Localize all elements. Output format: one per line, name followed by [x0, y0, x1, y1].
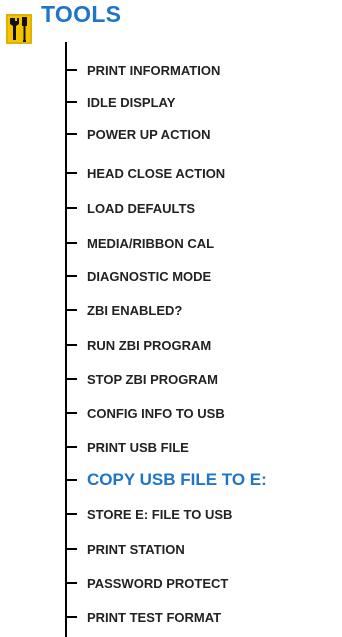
menu-item-label: STOP ZBI PROGRAM — [87, 371, 218, 387]
tree-branch — [65, 275, 77, 277]
menu-item-print-usb-file[interactable]: PRINT USB FILE — [65, 437, 189, 457]
menu-item-stop-zbi-program[interactable]: STOP ZBI PROGRAM — [65, 369, 218, 389]
menu-item-label: POWER UP ACTION — [87, 126, 211, 142]
tree-branch — [65, 513, 77, 515]
menu-item-config-info-to-usb[interactable]: CONFIG INFO TO USB — [65, 403, 225, 423]
menu-item-label: PASSWORD PROTECT — [87, 575, 229, 591]
menu-item-label: DIAGNOSTIC MODE — [87, 268, 212, 284]
menu-item-diagnostic-mode[interactable]: DIAGNOSTIC MODE — [65, 266, 211, 286]
tree-branch — [65, 582, 77, 584]
tree-branch — [65, 309, 77, 311]
menu-item-zbi-enabled[interactable]: ZBI ENABLED? — [65, 300, 182, 320]
menu-item-label: ZBI ENABLED? — [87, 302, 183, 318]
menu-item-label: PRINT STATION — [87, 541, 185, 557]
tree-branch — [65, 133, 77, 135]
tree-branch — [65, 242, 77, 244]
menu-item-label: CONFIG INFO TO USB — [87, 405, 225, 421]
menu-item-label: RUN ZBI PROGRAM — [87, 337, 212, 353]
menu-item-label: MEDIA/RIBBON CAL — [87, 235, 215, 251]
menu-item-print-information[interactable]: PRINT INFORMATION — [65, 60, 220, 80]
menu-item-label: LOAD DEFAULTS — [87, 200, 196, 216]
tree-branch — [65, 446, 77, 448]
menu-item-media-ribbon-cal[interactable]: MEDIA/RIBBON CAL — [65, 233, 214, 253]
menu-item-label: IDLE DISPLAY — [87, 94, 176, 110]
tree-branch — [65, 207, 77, 209]
menu-item-label: PRINT INFORMATION — [87, 62, 221, 78]
tree-branch — [65, 69, 77, 71]
menu-item-label: COPY USB FILE TO E: — [87, 470, 267, 489]
menu-item-print-test-format[interactable]: PRINT TEST FORMAT — [65, 607, 221, 627]
menu-item-store-e-file-to-usb[interactable]: STORE E: FILE TO USB — [65, 504, 232, 524]
tree-branch — [65, 479, 77, 481]
menu-item-copy-usb-file-to-e-selected[interactable]: COPY USB FILE TO E: — [65, 470, 267, 490]
menu-item-idle-display[interactable]: IDLE DISPLAY — [65, 92, 175, 112]
menu-item-load-defaults[interactable]: LOAD DEFAULTS — [65, 198, 195, 218]
tree-branch — [65, 548, 77, 550]
tree-branch — [65, 344, 77, 346]
tree-branch — [65, 101, 77, 103]
menu-item-label: PRINT USB FILE — [87, 439, 189, 455]
tree-branch — [65, 172, 77, 174]
menu-item-head-close-action[interactable]: HEAD CLOSE ACTION — [65, 163, 225, 183]
menu-item-password-protect[interactable]: PASSWORD PROTECT — [65, 573, 228, 593]
tree-branch — [65, 378, 77, 380]
tools-menu: PRINT INFORMATION IDLE DISPLAY POWER UP … — [0, 0, 342, 637]
tree-branch — [65, 616, 77, 618]
menu-item-label: STORE E: FILE TO USB — [87, 506, 233, 522]
menu-item-run-zbi-program[interactable]: RUN ZBI PROGRAM — [65, 335, 211, 355]
menu-item-label: HEAD CLOSE ACTION — [87, 165, 226, 181]
menu-item-label: PRINT TEST FORMAT — [87, 609, 222, 625]
menu-item-print-station[interactable]: PRINT STATION — [65, 539, 185, 559]
tree-branch — [65, 412, 77, 414]
menu-item-power-up-action[interactable]: POWER UP ACTION — [65, 124, 211, 144]
